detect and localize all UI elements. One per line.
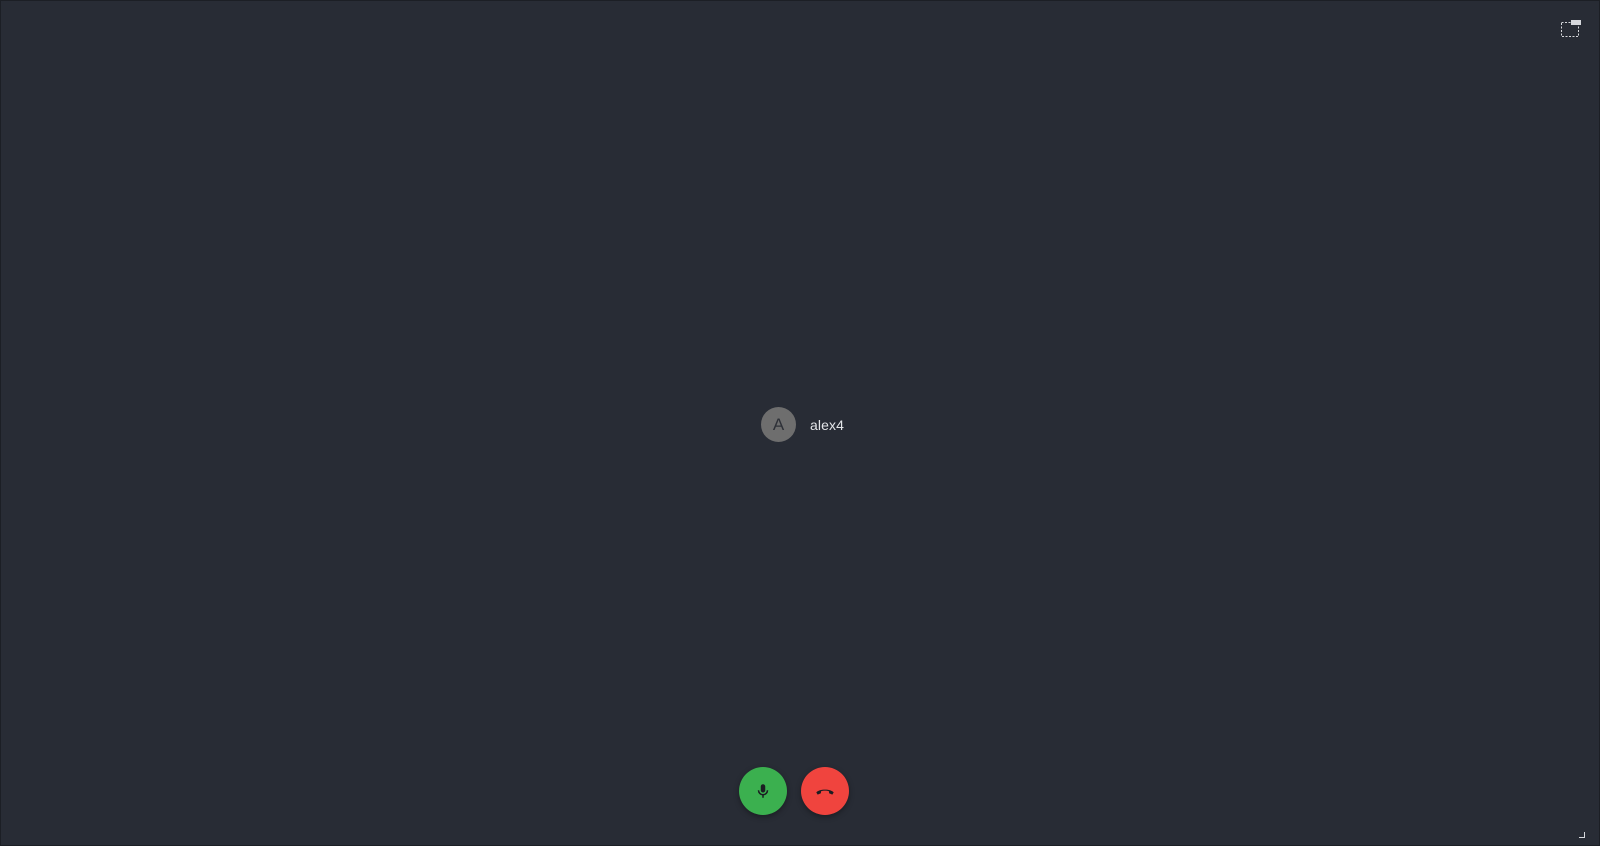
phone-hangup-icon bbox=[816, 789, 834, 795]
participant: A alex4 bbox=[761, 407, 844, 442]
call-screen: A alex4 bbox=[0, 0, 1600, 846]
resize-corner-icon bbox=[1579, 832, 1585, 838]
avatar: A bbox=[761, 407, 796, 442]
mute-microphone-button[interactable] bbox=[739, 767, 787, 815]
picture-in-picture-button[interactable] bbox=[1560, 19, 1582, 39]
hang-up-button[interactable] bbox=[801, 767, 849, 815]
call-controls bbox=[739, 767, 849, 815]
avatar-initial: A bbox=[772, 414, 785, 434]
participant-name: alex4 bbox=[810, 416, 844, 433]
microphone-icon bbox=[757, 784, 769, 798]
picture-in-picture-icon bbox=[1561, 20, 1581, 37]
resize-handle[interactable] bbox=[1579, 825, 1585, 838]
